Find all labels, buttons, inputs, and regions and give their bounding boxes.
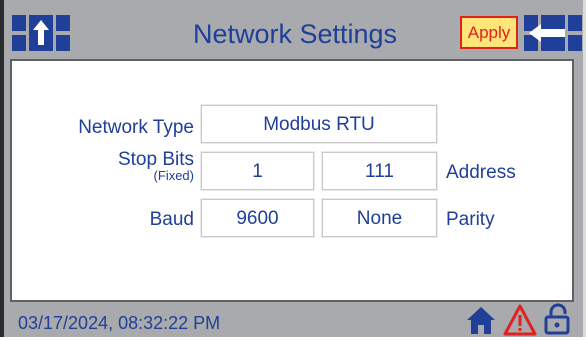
stop-bits-label-text: Stop Bits <box>117 149 194 170</box>
back-arrow-icon <box>524 15 582 51</box>
parity-label: Parity <box>446 209 495 230</box>
home-icon[interactable] <box>466 305 496 335</box>
apply-button[interactable]: Apply <box>460 16 518 49</box>
nav-up-button[interactable] <box>12 15 70 51</box>
parity-field[interactable]: None <box>322 199 437 237</box>
network-type-label: Network Type <box>78 117 194 138</box>
hmi-screen: Network Settings Apply Network Type Modb… <box>0 0 586 337</box>
unlock-icon[interactable] <box>543 303 571 335</box>
nav-back-button[interactable] <box>524 15 582 51</box>
stop-bits-field: 1 <box>201 152 314 190</box>
screen-bezel-left <box>0 0 4 337</box>
address-label: Address <box>446 162 516 183</box>
datetime-display: 03/17/2024, 08:32:22 PM <box>18 313 221 333</box>
nav-up-icon <box>12 15 70 51</box>
stop-bits-fixed-note: (Fixed) <box>153 168 194 183</box>
baud-field[interactable]: 9600 <box>201 199 314 237</box>
address-field[interactable]: 111 <box>322 152 437 190</box>
stop-bits-label: Stop Bits (Fixed) <box>30 149 194 183</box>
page-title: Network Settings <box>192 19 398 49</box>
warning-icon[interactable] <box>503 304 537 336</box>
baud-label: Baud <box>149 209 194 230</box>
network-type-field[interactable]: Modbus RTU <box>201 105 437 143</box>
